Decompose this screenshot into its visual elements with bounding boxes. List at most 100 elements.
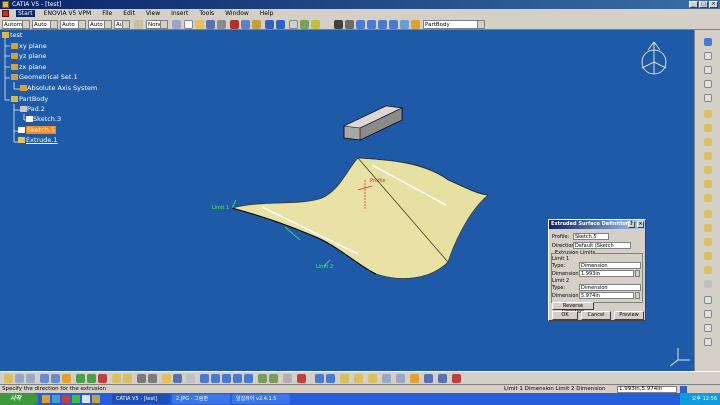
curve-smooth-icon[interactable] <box>368 374 377 383</box>
part-body-combo[interactable]: PartBody <box>423 20 485 29</box>
stop-icon[interactable] <box>452 374 461 383</box>
connect-check-icon[interactable] <box>87 374 96 383</box>
cancel-button[interactable]: Cancel <box>581 311 611 320</box>
3d-viewport[interactable]: test xy plane yz plane zx plane Geometri… <box>0 30 694 371</box>
fill-icon[interactable] <box>704 180 712 188</box>
sweep-icon[interactable] <box>704 166 712 174</box>
quicklaunch-icon[interactable] <box>72 395 80 403</box>
none-combo[interactable]: None <box>146 20 168 29</box>
symmetry-icon[interactable] <box>704 324 712 332</box>
rotate-icon[interactable] <box>367 20 376 29</box>
constraint-icon[interactable] <box>15 374 24 383</box>
powercopy-icon[interactable] <box>123 374 132 383</box>
tree-extrude[interactable]: Extrude.1 <box>26 136 58 144</box>
cut-plane-icon[interactable] <box>315 374 324 383</box>
extrude-tool-icon[interactable] <box>704 110 712 118</box>
save-icon[interactable] <box>206 20 215 29</box>
formula-icon[interactable] <box>40 374 49 383</box>
menu-edit[interactable]: Edit <box>121 10 137 17</box>
law-icon[interactable] <box>62 374 71 383</box>
point-icon[interactable] <box>704 52 712 60</box>
shading-edges-icon[interactable] <box>269 374 278 383</box>
menu-start[interactable]: Start <box>16 10 35 17</box>
dim2-input[interactable]: 5.974in <box>579 292 634 299</box>
tree-partbody[interactable]: PartBody <box>19 95 48 103</box>
type2-select[interactable]: Dimension <box>579 284 641 291</box>
type1-select[interactable]: Dimension <box>579 262 641 269</box>
fly-mode-icon[interactable] <box>334 20 343 29</box>
constraint-dialog-icon[interactable] <box>26 374 35 383</box>
split-icon[interactable] <box>704 224 712 232</box>
instantiate-icon[interactable] <box>112 374 121 383</box>
wireframe-icon[interactable] <box>283 374 292 383</box>
analysis-icon[interactable] <box>76 374 85 383</box>
iso-view-icon[interactable] <box>222 374 231 383</box>
snap-icon[interactable] <box>173 374 182 383</box>
new-icon[interactable] <box>184 20 193 29</box>
tree-xy-plane[interactable]: xy plane <box>19 42 47 50</box>
sphere-icon[interactable] <box>704 138 712 146</box>
offset-icon[interactable] <box>704 152 712 160</box>
ok-button[interactable]: OK <box>552 311 578 320</box>
clock[interactable]: 오후 12:56 <box>692 396 717 402</box>
loft-icon[interactable] <box>704 194 712 202</box>
draft-analysis-icon[interactable] <box>98 374 107 383</box>
properties-icon[interactable] <box>172 20 181 29</box>
direction-field[interactable]: Default (Sketch normal) <box>573 242 631 249</box>
cut-icon[interactable] <box>230 20 239 29</box>
task-catia[interactable]: CATIA V5 - [test] <box>112 394 170 404</box>
menu-help[interactable]: Help <box>258 10 276 17</box>
tree-axis-system[interactable]: Absolute Axis System <box>27 84 97 92</box>
minimize-button[interactable]: _ <box>689 1 698 8</box>
3d-compass-icon[interactable] <box>382 374 391 383</box>
tree-zx-plane[interactable]: zx plane <box>19 63 46 71</box>
power-input[interactable]: 1.993in,5.974in <box>617 386 677 393</box>
print-icon[interactable] <box>217 20 226 29</box>
tree-root[interactable]: test <box>10 31 22 39</box>
catalog-icon[interactable] <box>162 374 171 383</box>
tree-yz-plane[interactable]: yz plane <box>19 52 46 60</box>
line-icon[interactable] <box>704 66 712 74</box>
mirror-icon[interactable] <box>326 374 335 383</box>
design-table-icon[interactable] <box>51 374 60 383</box>
zoom-out-icon[interactable] <box>389 20 398 29</box>
color-combo[interactable]: Auto <box>32 20 58 29</box>
copy-icon[interactable] <box>241 20 250 29</box>
fillet-icon[interactable] <box>704 280 712 288</box>
quicklaunch-icon[interactable] <box>62 395 70 403</box>
plane-tool-icon[interactable] <box>704 80 712 88</box>
limit2-label[interactable]: Limit 2 <box>316 264 333 270</box>
open-icon[interactable] <box>195 20 204 29</box>
shading-icon[interactable] <box>258 374 267 383</box>
quicklaunch-icon[interactable] <box>92 395 100 403</box>
views-icon[interactable] <box>411 20 420 29</box>
reverse-direction-button[interactable]: Reverse Direction <box>552 302 594 315</box>
boundary-icon[interactable] <box>704 252 712 260</box>
redo-icon[interactable] <box>276 20 285 29</box>
menu-window[interactable]: Window <box>223 10 251 17</box>
grid-icon[interactable] <box>186 374 195 383</box>
trim-icon[interactable] <box>704 238 712 246</box>
tree-sketch3[interactable]: Sketch.3 <box>33 115 61 123</box>
pattern-icon[interactable] <box>340 374 349 383</box>
task-alzip[interactable]: 알집뷰어 v2.4.1.5 <box>232 394 290 404</box>
help-button[interactable]: ? <box>628 221 635 228</box>
pan-icon[interactable] <box>356 20 365 29</box>
quicklaunch-icon[interactable] <box>82 395 90 403</box>
quicklaunch-icon[interactable] <box>52 395 60 403</box>
dialog-close-button[interactable]: × <box>637 221 644 228</box>
close-button[interactable]: × <box>709 1 718 8</box>
extract-icon[interactable] <box>704 266 712 274</box>
maximize-button[interactable]: □ <box>699 1 708 8</box>
render-icon[interactable] <box>424 374 433 383</box>
join-icon[interactable] <box>704 210 712 218</box>
enter-icon[interactable] <box>680 386 687 393</box>
normal-view-icon[interactable] <box>400 20 409 29</box>
paint-icon[interactable] <box>134 20 143 29</box>
front-view-icon[interactable] <box>233 374 242 383</box>
linetype-combo[interactable]: Auto <box>88 20 112 29</box>
profile-field[interactable]: Sketch.5 <box>573 233 609 240</box>
undo-icon[interactable] <box>265 20 274 29</box>
fit-all-icon[interactable] <box>345 20 354 29</box>
replace-icon[interactable] <box>410 374 419 383</box>
